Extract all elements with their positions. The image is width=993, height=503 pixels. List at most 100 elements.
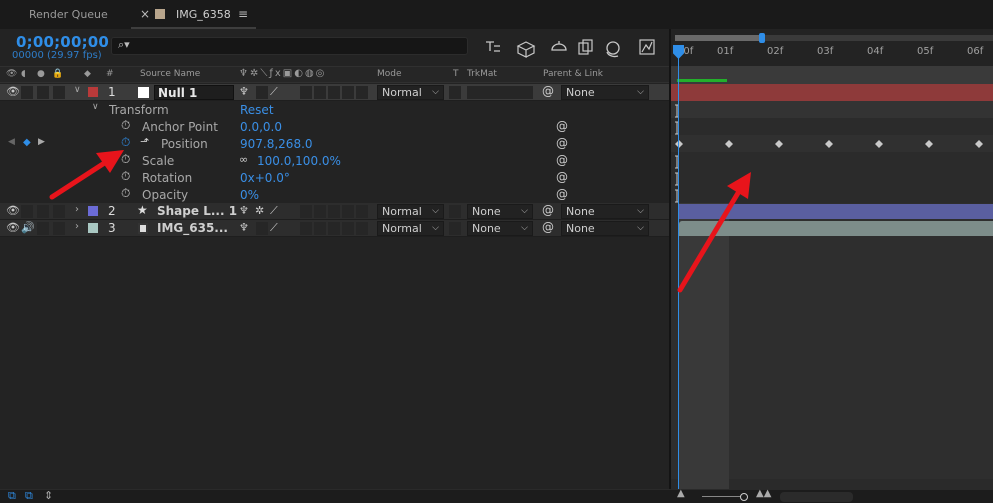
frameblend-cell[interactable]: [314, 222, 326, 235]
quality-switch-icon[interactable]: ⟋: [270, 85, 278, 99]
current-timecode[interactable]: 0;00;00;00: [16, 33, 109, 51]
preserve-transparency-cell[interactable]: [449, 86, 461, 99]
zoom-slider-track[interactable]: [702, 496, 744, 497]
tab-render-queue[interactable]: Render Queue: [0, 0, 130, 29]
property-row-opacity[interactable]: ⏱ Opacity 0% @: [0, 186, 669, 203]
null-layer-duration-bar[interactable]: [671, 84, 993, 101]
motionblur-cell[interactable]: [328, 222, 340, 235]
add-keyframe-icon[interactable]: ◆: [23, 137, 31, 148]
duration-toggle-icon[interactable]: ⇕: [44, 489, 53, 502]
frameblend-cell[interactable]: [314, 205, 326, 218]
audio-icon[interactable]: 🔊: [21, 221, 35, 234]
prev-keyframe-icon[interactable]: ◀: [8, 137, 15, 147]
shy-layers-icon[interactable]: [551, 41, 567, 51]
layer-row-shape[interactable]: 👁 › 2 ★ Shape L... 1 ♆ ✲ ⟋ Normal ⌵ None ⌵…: [0, 203, 669, 220]
playhead-line[interactable]: [678, 45, 679, 489]
property-row-anchor-point[interactable]: ⏱ Anchor Point 0.0,0.0 @: [0, 118, 669, 135]
label-color-swatch[interactable]: [88, 87, 98, 97]
trkmat-dropdown[interactable]: None ⌵: [467, 204, 533, 219]
property-value[interactable]: 0%: [240, 188, 259, 202]
pickwhip-icon[interactable]: @: [542, 203, 554, 217]
time-navigator[interactable]: [671, 66, 993, 84]
adjust-cell[interactable]: [342, 222, 354, 235]
3d-cell[interactable]: [356, 222, 368, 235]
property-value[interactable]: 0x+0.0°: [240, 171, 290, 185]
motionblur-cell[interactable]: [328, 205, 340, 218]
layer-name[interactable]: IMG_635...: [157, 221, 228, 235]
time-ruler[interactable]: 00f 01f 02f 03f 04f 05f 06f: [671, 29, 993, 66]
comp-flowchart-icon[interactable]: [486, 41, 500, 52]
zoom-slider-handle[interactable]: [740, 493, 748, 501]
adjust-cell[interactable]: [342, 205, 354, 218]
motionblur-cell[interactable]: [328, 86, 340, 99]
adjust-cell[interactable]: [342, 86, 354, 99]
stopwatch-icon[interactable]: ⏱: [121, 118, 130, 133]
tab-composition[interactable]: × IMG_6358 ≡: [131, 0, 256, 29]
property-value[interactable]: 907.8,268.0: [240, 137, 313, 151]
solo-cell[interactable]: [37, 205, 49, 218]
lock-cell[interactable]: [53, 205, 65, 218]
layer-name-box[interactable]: Null 1: [154, 85, 234, 100]
lock-cell[interactable]: [53, 222, 65, 235]
quality-switch-icon[interactable]: ⟋: [270, 204, 278, 218]
shape-layer-duration-bar[interactable]: [679, 204, 993, 219]
timeline-scrollbar[interactable]: [780, 492, 853, 502]
layer-switches-toggle-icon[interactable]: ⧉: [8, 489, 16, 503]
trkmat-dropdown[interactable]: None ⌵: [467, 221, 533, 236]
property-row-rotation[interactable]: ⏱ Rotation 0x+0.0° @: [0, 169, 669, 186]
trkmat-column-header[interactable]: TrkMat: [467, 69, 497, 79]
work-area-end-handle[interactable]: [759, 33, 765, 43]
stopwatch-icon[interactable]: ⏱: [121, 152, 130, 167]
work-area-range[interactable]: [675, 35, 761, 41]
effect-cell[interactable]: [300, 222, 312, 235]
parent-dropdown[interactable]: None ⌵: [561, 204, 649, 219]
panel-menu-icon[interactable]: ≡: [238, 0, 248, 29]
next-keyframe-icon[interactable]: ▶: [38, 137, 45, 147]
stopwatch-icon[interactable]: ⏱: [121, 186, 130, 201]
audio-cell[interactable]: [21, 86, 33, 99]
eye-icon[interactable]: 👁: [6, 221, 20, 234]
search-input[interactable]: ⌕▾: [111, 37, 468, 55]
property-row-scale[interactable]: ⏱ Scale ∞ 100.0,100.0% @: [0, 152, 669, 169]
shy-switch-icon[interactable]: ♆: [239, 85, 249, 98]
preserve-transparency-cell[interactable]: [449, 205, 461, 218]
preserve-transparency-cell[interactable]: [449, 222, 461, 235]
solo-switch-icon[interactable]: ●: [37, 69, 45, 79]
property-value[interactable]: 0.0,0.0: [240, 120, 282, 134]
shy-switch-icon[interactable]: ♆: [239, 204, 249, 217]
effect-cell[interactable]: [300, 205, 312, 218]
layer-row-img[interactable]: 👁 🔊 › 3 IMG_635... ♆ ⟋ Normal ⌵ None ⌵ @ N…: [0, 220, 669, 237]
video-switch-icon[interactable]: 👁: [6, 69, 17, 79]
property-value[interactable]: 100.0,100.0%: [257, 154, 341, 168]
eye-icon[interactable]: 👁: [6, 85, 20, 98]
effect-cell[interactable]: [300, 86, 312, 99]
3d-cell[interactable]: [356, 205, 368, 218]
label-color-swatch[interactable]: [88, 206, 98, 216]
shy-switch-icon[interactable]: ♆: [239, 221, 249, 234]
quality-switch-icon[interactable]: ⟋: [270, 221, 278, 235]
motion-blur-icon[interactable]: [606, 41, 620, 58]
solo-cell[interactable]: [37, 222, 49, 235]
pickwhip-icon[interactable]: @: [556, 170, 568, 184]
draft-3d-icon[interactable]: [516, 41, 536, 58]
chevron-down-icon[interactable]: ∨: [74, 85, 81, 95]
source-name-column-header[interactable]: Source Name: [140, 69, 200, 79]
stopwatch-icon[interactable]: ⏱: [121, 169, 130, 184]
label-color-swatch[interactable]: [88, 223, 98, 233]
solo-cell[interactable]: [37, 86, 49, 99]
constrain-proportions-icon[interactable]: ∞: [239, 153, 248, 166]
transform-group-row[interactable]: ∨ Transform Reset: [0, 101, 669, 118]
frameblend-cell[interactable]: [314, 86, 326, 99]
frame-blending-icon[interactable]: [578, 39, 593, 55]
parent-column-header[interactable]: Parent & Link: [543, 69, 603, 79]
chevron-right-icon[interactable]: ›: [75, 204, 79, 215]
graph-editor-icon[interactable]: [639, 39, 655, 55]
eye-icon[interactable]: 👁: [6, 204, 20, 217]
stopwatch-active-icon[interactable]: ⏱: [121, 135, 130, 150]
label-column-icon[interactable]: ◆: [84, 69, 91, 79]
collapse-cell[interactable]: [256, 222, 268, 235]
pickwhip-icon[interactable]: @: [556, 119, 568, 133]
mode-column-header[interactable]: Mode: [377, 69, 402, 79]
pickwhip-icon[interactable]: @: [556, 136, 568, 150]
pickwhip-icon[interactable]: @: [556, 153, 568, 167]
